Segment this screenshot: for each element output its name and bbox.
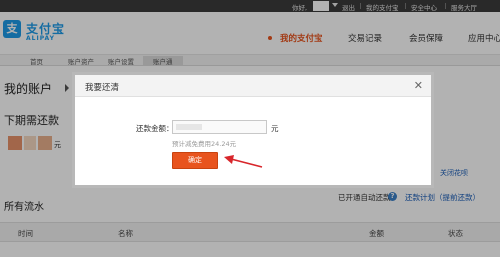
dialog-title: 我要还清 [85, 83, 120, 93]
repay-dialog-frame: 我要还清 ✕ 还款金额： 元 预计减免费用24.24元 确定 [72, 72, 434, 188]
amount-label: 还款金额： [136, 124, 174, 133]
masked-value [176, 124, 202, 130]
close-icon[interactable]: ✕ [414, 80, 423, 91]
amount-field[interactable] [172, 120, 267, 134]
repay-dialog: 我要还清 ✕ 还款金额： 元 预计减免费用24.24元 确定 [75, 75, 431, 185]
fee-hint: 预计减免费用24.24元 [172, 140, 237, 148]
confirm-button[interactable]: 确定 [172, 152, 218, 169]
dialog-title-bar: 我要还清 ✕ [75, 75, 431, 97]
amount-unit: 元 [271, 124, 279, 133]
